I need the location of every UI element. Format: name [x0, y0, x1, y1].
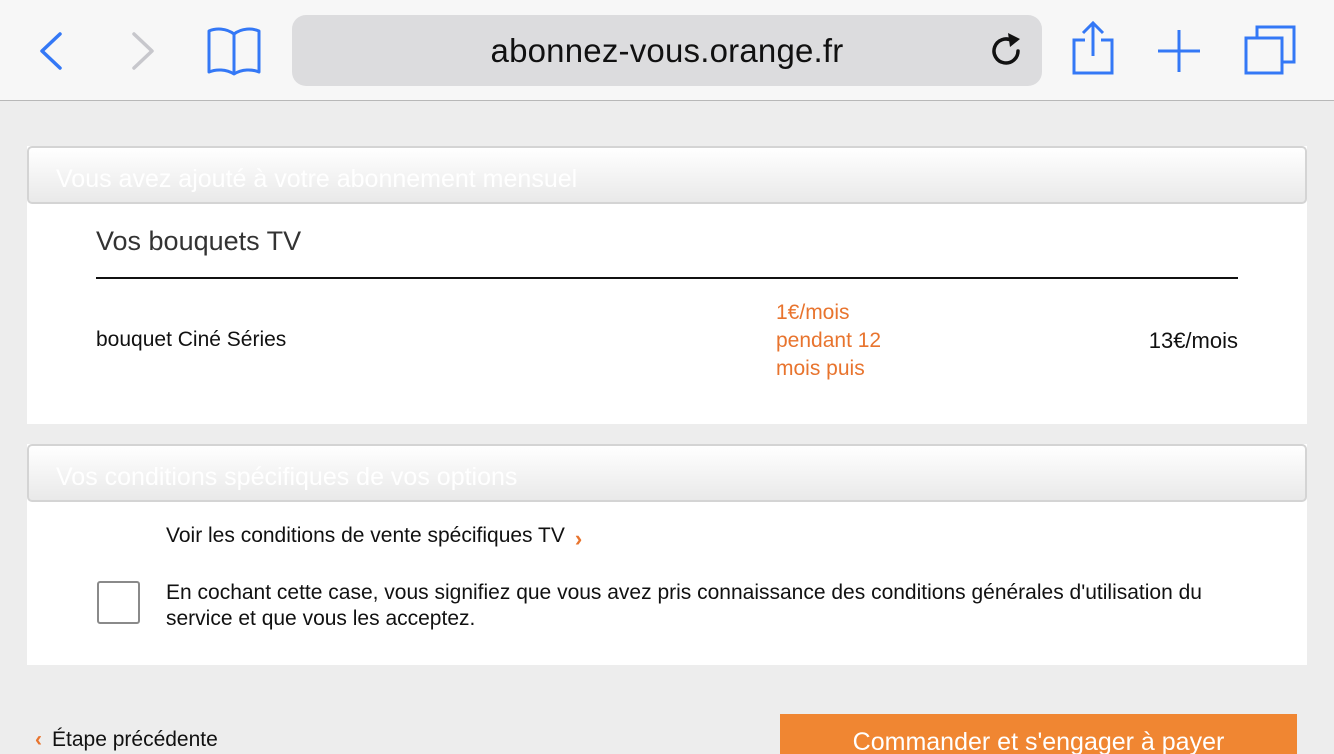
section-title: Vos bouquets TV: [96, 226, 302, 256]
conditions-panel: Vos conditions spécifiques de vos option…: [27, 444, 1307, 665]
accept-checkbox[interactable]: [97, 581, 140, 624]
promo-line: 1€/mois: [776, 301, 850, 324]
reload-icon[interactable]: [986, 31, 1026, 76]
chevron-right-icon[interactable]: [130, 32, 156, 75]
subscription-header: Vous avez ajouté à votre abonnement mens…: [27, 146, 1307, 204]
order-button[interactable]: Commander et s'engager à payer: [780, 714, 1297, 754]
chevron-left-icon: ‹: [35, 728, 42, 751]
previous-step-link[interactable]: ‹ Étape précédente: [35, 728, 218, 752]
accept-text: En cochant cette case, vous signifiez qu…: [166, 581, 1202, 630]
tv-conditions-label[interactable]: Voir les conditions de vente spécifiques…: [166, 524, 565, 547]
bouquet-name: bouquet Ciné Séries: [96, 328, 287, 351]
divider: [96, 277, 1238, 279]
conditions-header: Vos conditions spécifiques de vos option…: [27, 444, 1307, 502]
share-icon[interactable]: [1071, 20, 1115, 81]
url-text[interactable]: abonnez-vous.orange.fr: [292, 15, 1042, 86]
promo-price: 1€/mois pendant 12 mois puis: [776, 299, 916, 383]
promo-line: pendant 12: [776, 329, 882, 352]
promo-line: mois puis: [776, 357, 865, 380]
chevron-right-icon: ›: [574, 526, 583, 551]
plus-icon[interactable]: [1156, 28, 1202, 79]
previous-step-label[interactable]: Étape précédente: [52, 728, 218, 751]
tv-conditions-link[interactable]: Voir les conditions de vente spécifiques…: [166, 522, 583, 551]
monthly-price: 13€/mois: [1148, 328, 1238, 353]
book-icon[interactable]: [206, 26, 262, 81]
tabs-icon[interactable]: [1243, 24, 1297, 81]
chevron-left-icon[interactable]: [38, 32, 64, 75]
subscription-panel: Vous avez ajouté à votre abonnement mens…: [27, 146, 1307, 424]
browser-toolbar: abonnez-vous.orange.fr: [0, 0, 1334, 101]
address-bar[interactable]: abonnez-vous.orange.fr: [292, 15, 1042, 86]
